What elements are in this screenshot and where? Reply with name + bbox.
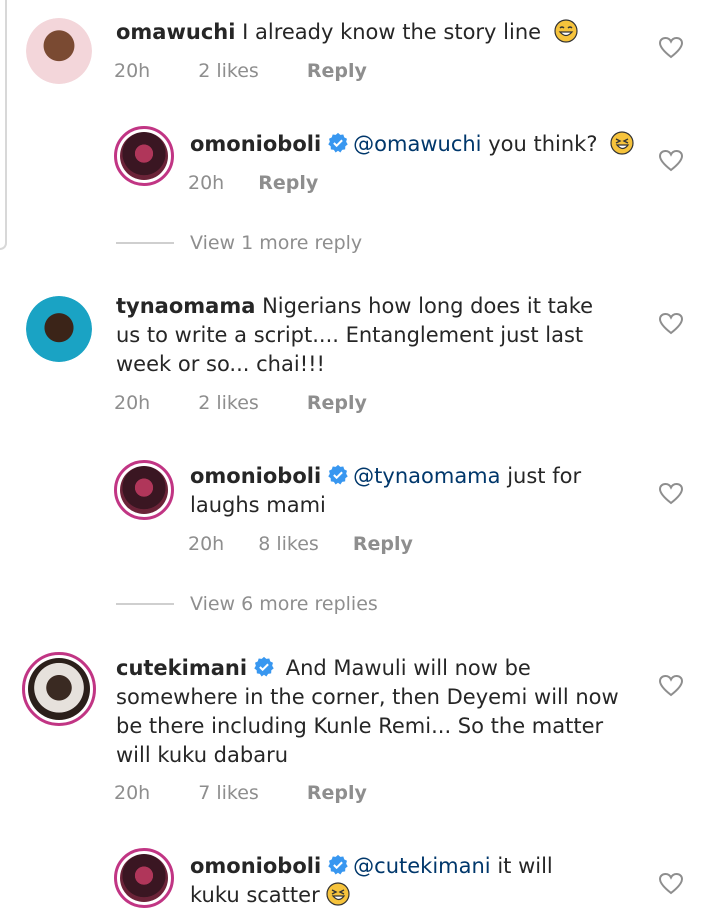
heart-icon[interactable] [658, 872, 684, 896]
timestamp: 20h [188, 172, 225, 194]
rofl-emoji-icon [610, 131, 634, 155]
divider [116, 603, 174, 605]
comment-body-line: will kuku dabaru [116, 743, 289, 767]
reply-text: omonioboli @tynaomama just for laughs mam… [190, 462, 581, 520]
reply-text: omonioboli @cutekimani it will kuku scatt… [190, 852, 553, 910]
username[interactable]: omonioboli [190, 854, 321, 878]
comment-text: cutekimani And Mawuli will now be somewh… [116, 654, 619, 770]
likes-count[interactable]: 2 likes [198, 392, 259, 414]
reply-meta: 20h Reply [188, 172, 366, 194]
scrollbar[interactable] [0, 0, 7, 250]
heart-icon[interactable] [658, 674, 684, 698]
timestamp: 20h [114, 782, 151, 804]
reply-button[interactable]: Reply [307, 60, 367, 82]
reply-button[interactable]: Reply [307, 782, 367, 804]
reply-text: omonioboli @omawuchi you think? [190, 130, 634, 159]
timestamp: 20h [114, 60, 151, 82]
comment-meta: 20h 7 likes Reply [114, 782, 415, 804]
username[interactable]: omawuchi [116, 20, 235, 44]
comment-body: I already know the story line [242, 20, 542, 44]
verified-badge-icon [328, 464, 348, 485]
reply-button[interactable]: Reply [258, 172, 318, 194]
avatar-omonioboli[interactable] [114, 848, 174, 908]
rofl-emoji-icon [326, 882, 350, 906]
avatar-cutekimani[interactable] [22, 652, 96, 726]
username[interactable]: omonioboli [190, 132, 321, 156]
timestamp: 20h [114, 392, 151, 414]
avatar-omonioboli[interactable] [114, 460, 174, 520]
comment-text: tynaomama Nigerians how long does it tak… [116, 292, 593, 379]
laughing-emoji-icon [554, 19, 578, 43]
comment-body: Nigerians how long does it take [262, 294, 594, 318]
divider [116, 242, 174, 244]
reply-body-line: kuku scatter [190, 883, 320, 907]
view-more-replies[interactable]: View 1 more reply [116, 232, 362, 254]
verified-badge-icon [328, 854, 348, 875]
reply-button[interactable]: Reply [307, 392, 367, 414]
avatar-tynaomama[interactable] [26, 296, 92, 362]
mention-link[interactable]: @tynaomama [353, 464, 500, 488]
likes-count[interactable]: 2 likes [198, 60, 259, 82]
reply-body: just for [507, 464, 582, 488]
username[interactable]: cutekimani [116, 656, 247, 680]
avatar-omonioboli[interactable] [114, 126, 174, 186]
comment-body-line: be there including Kunle Remi... So the … [116, 714, 604, 738]
heart-icon[interactable] [658, 482, 684, 506]
reply-body: you think? [488, 132, 598, 156]
reply-body: it will [497, 854, 553, 878]
comment-body-line: us to write a script.... Entanglement ju… [116, 323, 584, 347]
heart-icon[interactable] [658, 312, 684, 336]
verified-badge-icon [328, 132, 348, 153]
comment-meta: 20h 2 likes Reply [114, 392, 415, 414]
username[interactable]: tynaomama [116, 294, 255, 318]
comment-text: omawuchi I already know the story line [116, 18, 578, 47]
view-more-label[interactable]: View 6 more replies [190, 593, 378, 615]
reply-body-line: laughs mami [190, 493, 326, 517]
avatar-omawuchi[interactable] [26, 18, 92, 84]
heart-icon[interactable] [658, 149, 684, 173]
mention-link[interactable]: @cutekimani [353, 854, 490, 878]
username[interactable]: omonioboli [190, 464, 321, 488]
view-more-label[interactable]: View 1 more reply [190, 232, 362, 254]
comment-body-line: week or so... chai!!! [116, 352, 325, 376]
comment-body: And Mawuli will now be [285, 656, 531, 680]
comment-body-line: somewhere in the corner, then Deyemi wil… [116, 685, 619, 709]
mention-link[interactable]: @omawuchi [353, 132, 481, 156]
likes-count[interactable]: 7 likes [198, 782, 259, 804]
timestamp: 20h [188, 533, 225, 555]
view-more-replies[interactable]: View 6 more replies [116, 593, 378, 615]
verified-badge-icon [254, 656, 274, 677]
likes-count[interactable]: 8 likes [258, 533, 319, 555]
reply-meta: 20h 8 likes Reply [188, 533, 461, 555]
reply-button[interactable]: Reply [353, 533, 413, 555]
comment-meta: 20h 2 likes Reply [114, 60, 415, 82]
heart-icon[interactable] [658, 36, 684, 60]
